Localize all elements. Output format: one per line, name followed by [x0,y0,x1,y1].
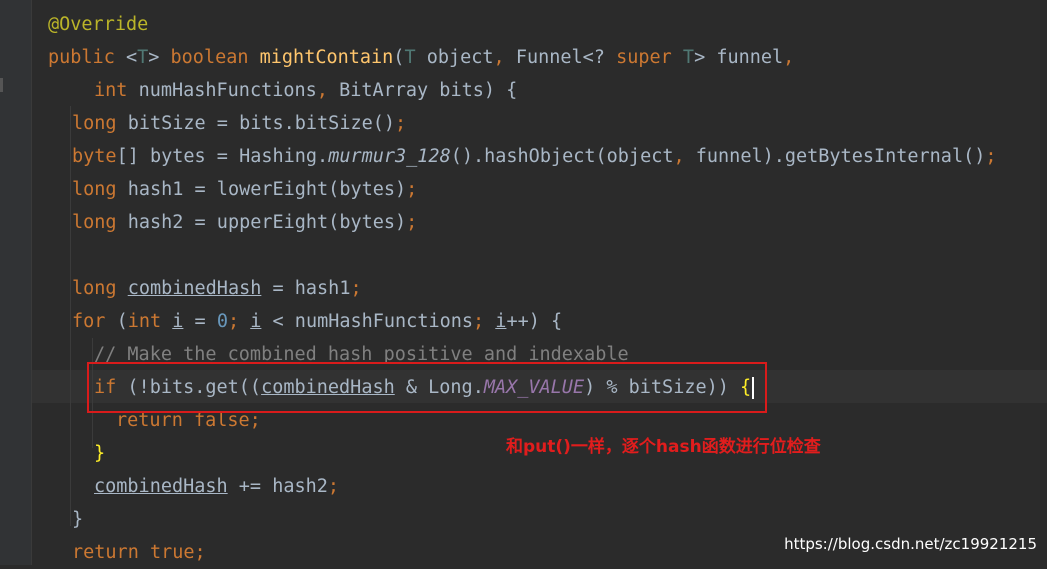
identifier: < numHashFunctions [261,311,474,332]
code-line-15: combinedHash += hash2; [94,470,339,503]
keyword: long [72,278,117,299]
identifier: ++) { [506,311,563,332]
variable: combinedHash [94,476,228,497]
type-param: T [682,47,695,68]
code-line-14: } [94,437,105,470]
matched-brace: } [94,443,106,464]
code-line-3: int numHashFunctions, BitArray bits) { [94,74,517,107]
punct: < [125,47,138,68]
gutter-change-marker [0,78,3,92]
identifier: BitArray bits) { [339,80,518,101]
identifier: hash2 = upperEight(bytes) [127,212,407,233]
keyword: int [127,311,162,332]
type-param: T [404,47,416,68]
static-method: murmur3_128 [328,146,451,167]
punct: ( [116,311,128,332]
punct: , [493,47,505,68]
code-line-7: long hash2 = upperEight(bytes); [72,206,417,239]
keyword: int [94,80,128,101]
punct: ; [473,311,485,332]
keyword: long [72,179,117,200]
code-line-6: long hash1 = lowerEight(bytes); [72,173,417,206]
type-param: T [137,47,149,68]
code-line-1: @Override [48,8,148,41]
identifier: funnel).getBytesInternal() [695,146,986,167]
keyword: for [72,311,106,332]
punct: ( [393,47,405,68]
punct: , [316,80,328,101]
keyword: return [72,542,139,563]
punct: ; [406,212,418,233]
punct: ; [406,179,418,200]
identifier: numHashFunctions [138,80,317,101]
code-line-4: long bitSize = bits.bitSize(); [72,107,406,140]
keyword: long [72,113,117,134]
identifier: bitSize = bits.bitSize() [127,113,396,134]
punct: , [673,146,685,167]
annotation-note: 和put()一样，逐个hash函数进行位检查 [506,437,821,457]
identifier: ().hashObject(object [450,146,674,167]
punct: ; [249,410,261,431]
variable: combinedHash [127,278,262,299]
punct: ; [227,311,240,332]
keyword: false [193,410,250,431]
editor-gutter [0,0,32,565]
punct: = [183,311,217,332]
code-line-17: return true; [72,536,206,569]
identifier: = hash1 [261,278,351,299]
keyword: boolean [170,47,249,68]
code-line-5: byte[] bytes = Hashing.murmur3_128().has… [72,140,997,173]
identifier: [] bytes = Hashing. [116,146,329,167]
highlight-box [87,362,767,413]
identifier: hash1 = lowerEight(bytes) [127,179,407,200]
keyword: super [616,47,672,68]
punct: ; [985,146,997,167]
punct: ; [350,278,362,299]
punct: ; [327,476,340,497]
identifier: > funnel [694,47,784,68]
identifier: += hash2 [227,476,328,497]
variable: i [495,311,507,332]
punct: , [783,47,795,68]
code-line-2: public <T> boolean mightContain(T object… [48,41,794,74]
identifier: object [415,47,494,68]
keyword: public [48,47,115,68]
keyword: true [149,542,195,563]
punct: ; [395,113,407,134]
identifier: Funnel<? [515,47,605,68]
keyword: byte [72,146,117,167]
punct: > [148,47,160,68]
variable: i [172,311,184,332]
code-line-16: } [72,503,83,536]
indent-guide [70,106,71,526]
punct: ; [194,542,206,563]
keyword: return [116,410,183,431]
variable: i [250,311,262,332]
brace: } [72,509,84,530]
annotation-override: @Override [48,14,149,35]
code-line-10: for (int i = 0; i < numHashFunctions; i+… [72,305,562,338]
method-name: mightContain [259,47,394,68]
watermark-url: https://blog.csdn.net/zc19921215 [784,535,1037,553]
number: 0 [216,311,228,332]
keyword: long [72,212,117,233]
code-line-9: long combinedHash = hash1; [72,272,362,305]
